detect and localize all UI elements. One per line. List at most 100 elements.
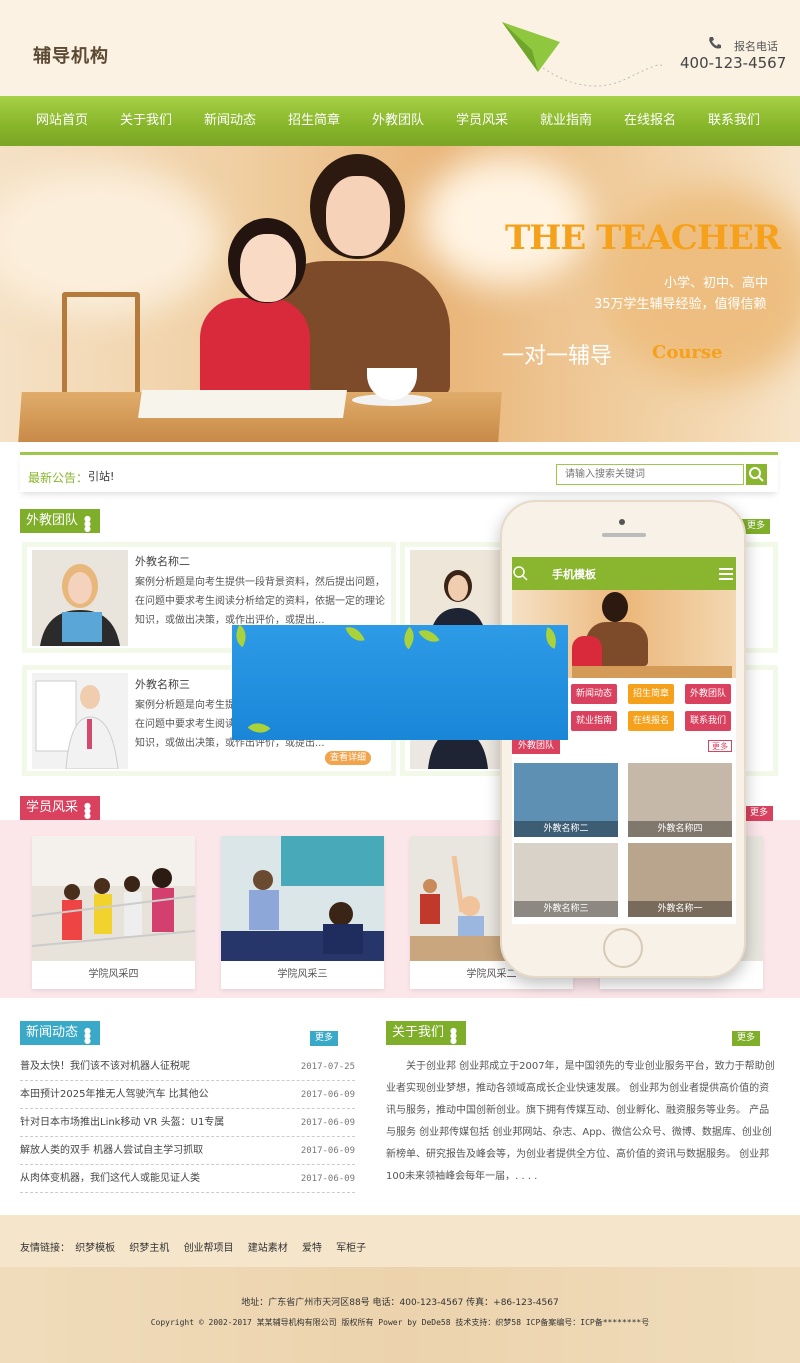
section-title-text: 新闻动态 (26, 1025, 79, 1040)
news-date: 2017-07-25 (300, 1062, 355, 1072)
friend-link[interactable]: 创业帮项目 (184, 1243, 234, 1254)
phone-speaker (602, 533, 646, 537)
section-title-text: 学员风采 (26, 800, 79, 815)
mobile-button-contact[interactable]: 联系我们 (685, 711, 731, 731)
mobile-button-career[interactable]: 就业指南 (571, 711, 617, 731)
search-input[interactable] (556, 464, 744, 485)
desk-image (572, 666, 732, 678)
dots-icon: ● ● ● (84, 1026, 91, 1045)
dots-icon: ● ● ● (84, 514, 91, 533)
nav-item-teachers[interactable]: 外教团队 (356, 96, 440, 146)
nav-item-contact[interactable]: 联系我们 (692, 96, 776, 146)
nav-item-news[interactable]: 新闻动态 (188, 96, 272, 146)
student-image (240, 234, 296, 302)
news-title: 从肉体变机器，我们这代人或能见证人类 (20, 1173, 200, 1184)
search-icon[interactable] (512, 565, 528, 581)
section-title-text: 外教团队 (26, 513, 79, 528)
student-card[interactable]: 学院风采三 (221, 836, 384, 989)
paper-plane-icon (502, 22, 662, 87)
friend-link[interactable]: 军柜子 (336, 1243, 366, 1254)
notice-label-text: 最新公告： (28, 471, 89, 485)
student-image (572, 636, 602, 668)
section-title-teachers: 外教团队 ● ● ● (20, 509, 101, 533)
dots-icon: ● ● ● (450, 1026, 457, 1045)
mobile-more-button[interactable]: 更多 (708, 740, 732, 752)
student-caption: 学院风采四 (88, 969, 139, 980)
friend-link[interactable]: 织梦模板 (75, 1243, 115, 1254)
mobile-title: 手机模板 (552, 568, 596, 581)
leaf-icon (247, 716, 271, 740)
section-title-students: 学员风采 ● ● ● (20, 796, 101, 820)
nav-item-about[interactable]: 关于我们 (104, 96, 188, 146)
teacher-name: 外教名称二 (135, 555, 190, 568)
news-item[interactable]: 针对日本市场推出Link移动 VR 头盔：U1专属 2017-06-09 (20, 1109, 355, 1137)
news-item[interactable]: 普及太快！我们该不该对机器人征税呢 2017-07-25 (20, 1053, 355, 1081)
teacher-image (602, 592, 628, 622)
mobile-teacher-tile[interactable]: 外教名称二 (514, 763, 618, 837)
student-photo (32, 836, 195, 961)
news-date: 2017-06-09 (300, 1146, 355, 1156)
news-title: 普及太快！我们该不该对机器人征税呢 (20, 1061, 190, 1072)
hero-banner[interactable]: THE TEACHER 小学、初中、高中 35万学生辅导经验，值得信赖 一对一辅… (0, 146, 800, 442)
phone-camera (619, 519, 625, 525)
students-more-button[interactable]: 更多 (745, 806, 774, 821)
nav-item-career[interactable]: 就业指南 (524, 96, 608, 146)
nav-item-home[interactable]: 网站首页 (20, 96, 104, 146)
section-title-about: 关于我们 ● ● ● (386, 1021, 467, 1045)
nav-item-students[interactable]: 学员风采 (440, 96, 524, 146)
notice-text[interactable]: 引站! (88, 468, 114, 484)
mobile-tile-caption: 外教名称四 (628, 821, 732, 837)
mobile-section-title: 外教团队 (512, 738, 561, 754)
student-image (200, 298, 310, 398)
news-more-button[interactable]: 更多 (310, 1031, 339, 1046)
teachers-more-button[interactable]: 更多 (742, 519, 771, 534)
footer-copyright: Copyright © 2002-2017 某某辅导机构有限公司 版权所有 Po… (150, 1318, 650, 1327)
mobile-button-signup[interactable]: 在线报名 (628, 711, 674, 731)
telephone-icon (709, 37, 721, 49)
teacher-photo (32, 550, 128, 646)
mobile-teacher-tile[interactable]: 外教名称一 (628, 843, 732, 917)
about-more-button[interactable]: 更多 (732, 1031, 761, 1046)
friend-link[interactable]: 织梦主机 (129, 1243, 169, 1254)
news-date: 2017-06-09 (300, 1090, 355, 1100)
student-caption: 学院风采三 (277, 969, 328, 980)
search-button[interactable] (746, 464, 767, 485)
mobile-teacher-tile[interactable]: 外教名称三 (514, 843, 618, 917)
view-details-button[interactable]: 查看详细 (324, 751, 371, 765)
news-title: 针对日本市场推出Link移动 VR 头盔：U1专属 (20, 1117, 225, 1128)
mobile-button-admissions[interactable]: 招生简章 (628, 684, 674, 704)
phone-screen: 手机模板 新闻动态 招生简章 外教团队 就业指南 在线报名 联系我们 外教团队 … (512, 557, 736, 924)
leaf-icon (232, 625, 252, 648)
teacher-image (326, 176, 390, 256)
banner-course-text: Course (652, 342, 723, 363)
site-header: 辅导机构 报名电话 400-123-4567 (0, 0, 800, 96)
leaf-icon (418, 625, 440, 648)
news-list: 普及太快！我们该不该对机器人征税呢 2017-07-25 本田预计2025年推无人… (20, 1053, 355, 1193)
footer-address: 地址：广东省广州市天河区88号 电话：400-123-4567 传真：+86-1… (241, 1298, 559, 1308)
friend-link[interactable]: 建站素材 (248, 1243, 288, 1254)
leaf-icon (397, 626, 421, 650)
nav-item-signup[interactable]: 在线报名 (608, 96, 692, 146)
student-photo (221, 836, 384, 961)
popup-ad[interactable] (232, 625, 568, 740)
menu-icon[interactable] (719, 567, 733, 581)
mobile-teacher-tile[interactable]: 外教名称四 (628, 763, 732, 837)
book-image (138, 390, 347, 418)
student-card[interactable]: 学院风采四 (32, 836, 195, 989)
mobile-button-news[interactable]: 新闻动态 (571, 684, 617, 704)
friend-link[interactable]: 爱特 (302, 1243, 322, 1254)
news-item[interactable]: 从肉体变机器，我们这代人或能见证人类 2017-06-09 (20, 1165, 355, 1193)
phone-number: 400-123-4567 (680, 54, 787, 72)
mobile-tile-caption: 外教名称三 (514, 901, 618, 917)
dots-icon: ● ● ● (84, 801, 91, 820)
mobile-tile-caption: 外教名称一 (628, 901, 732, 917)
leaf-icon (345, 625, 365, 645)
nav-item-admissions[interactable]: 招生简章 (272, 96, 356, 146)
site-logo[interactable]: 辅导机构 (33, 42, 109, 68)
notice-label: 最新公告： (28, 469, 88, 486)
news-item[interactable]: 本田预计2025年推无人驾驶汽车 比其他公 2017-06-09 (20, 1081, 355, 1109)
teacher-photo (32, 673, 128, 769)
mobile-button-teachers[interactable]: 外教团队 (685, 684, 731, 704)
news-item[interactable]: 解放人类的双手 机器人尝试自主学习抓取 2017-06-09 (20, 1137, 355, 1165)
banner-tagline: 一对一辅导 (502, 344, 613, 369)
